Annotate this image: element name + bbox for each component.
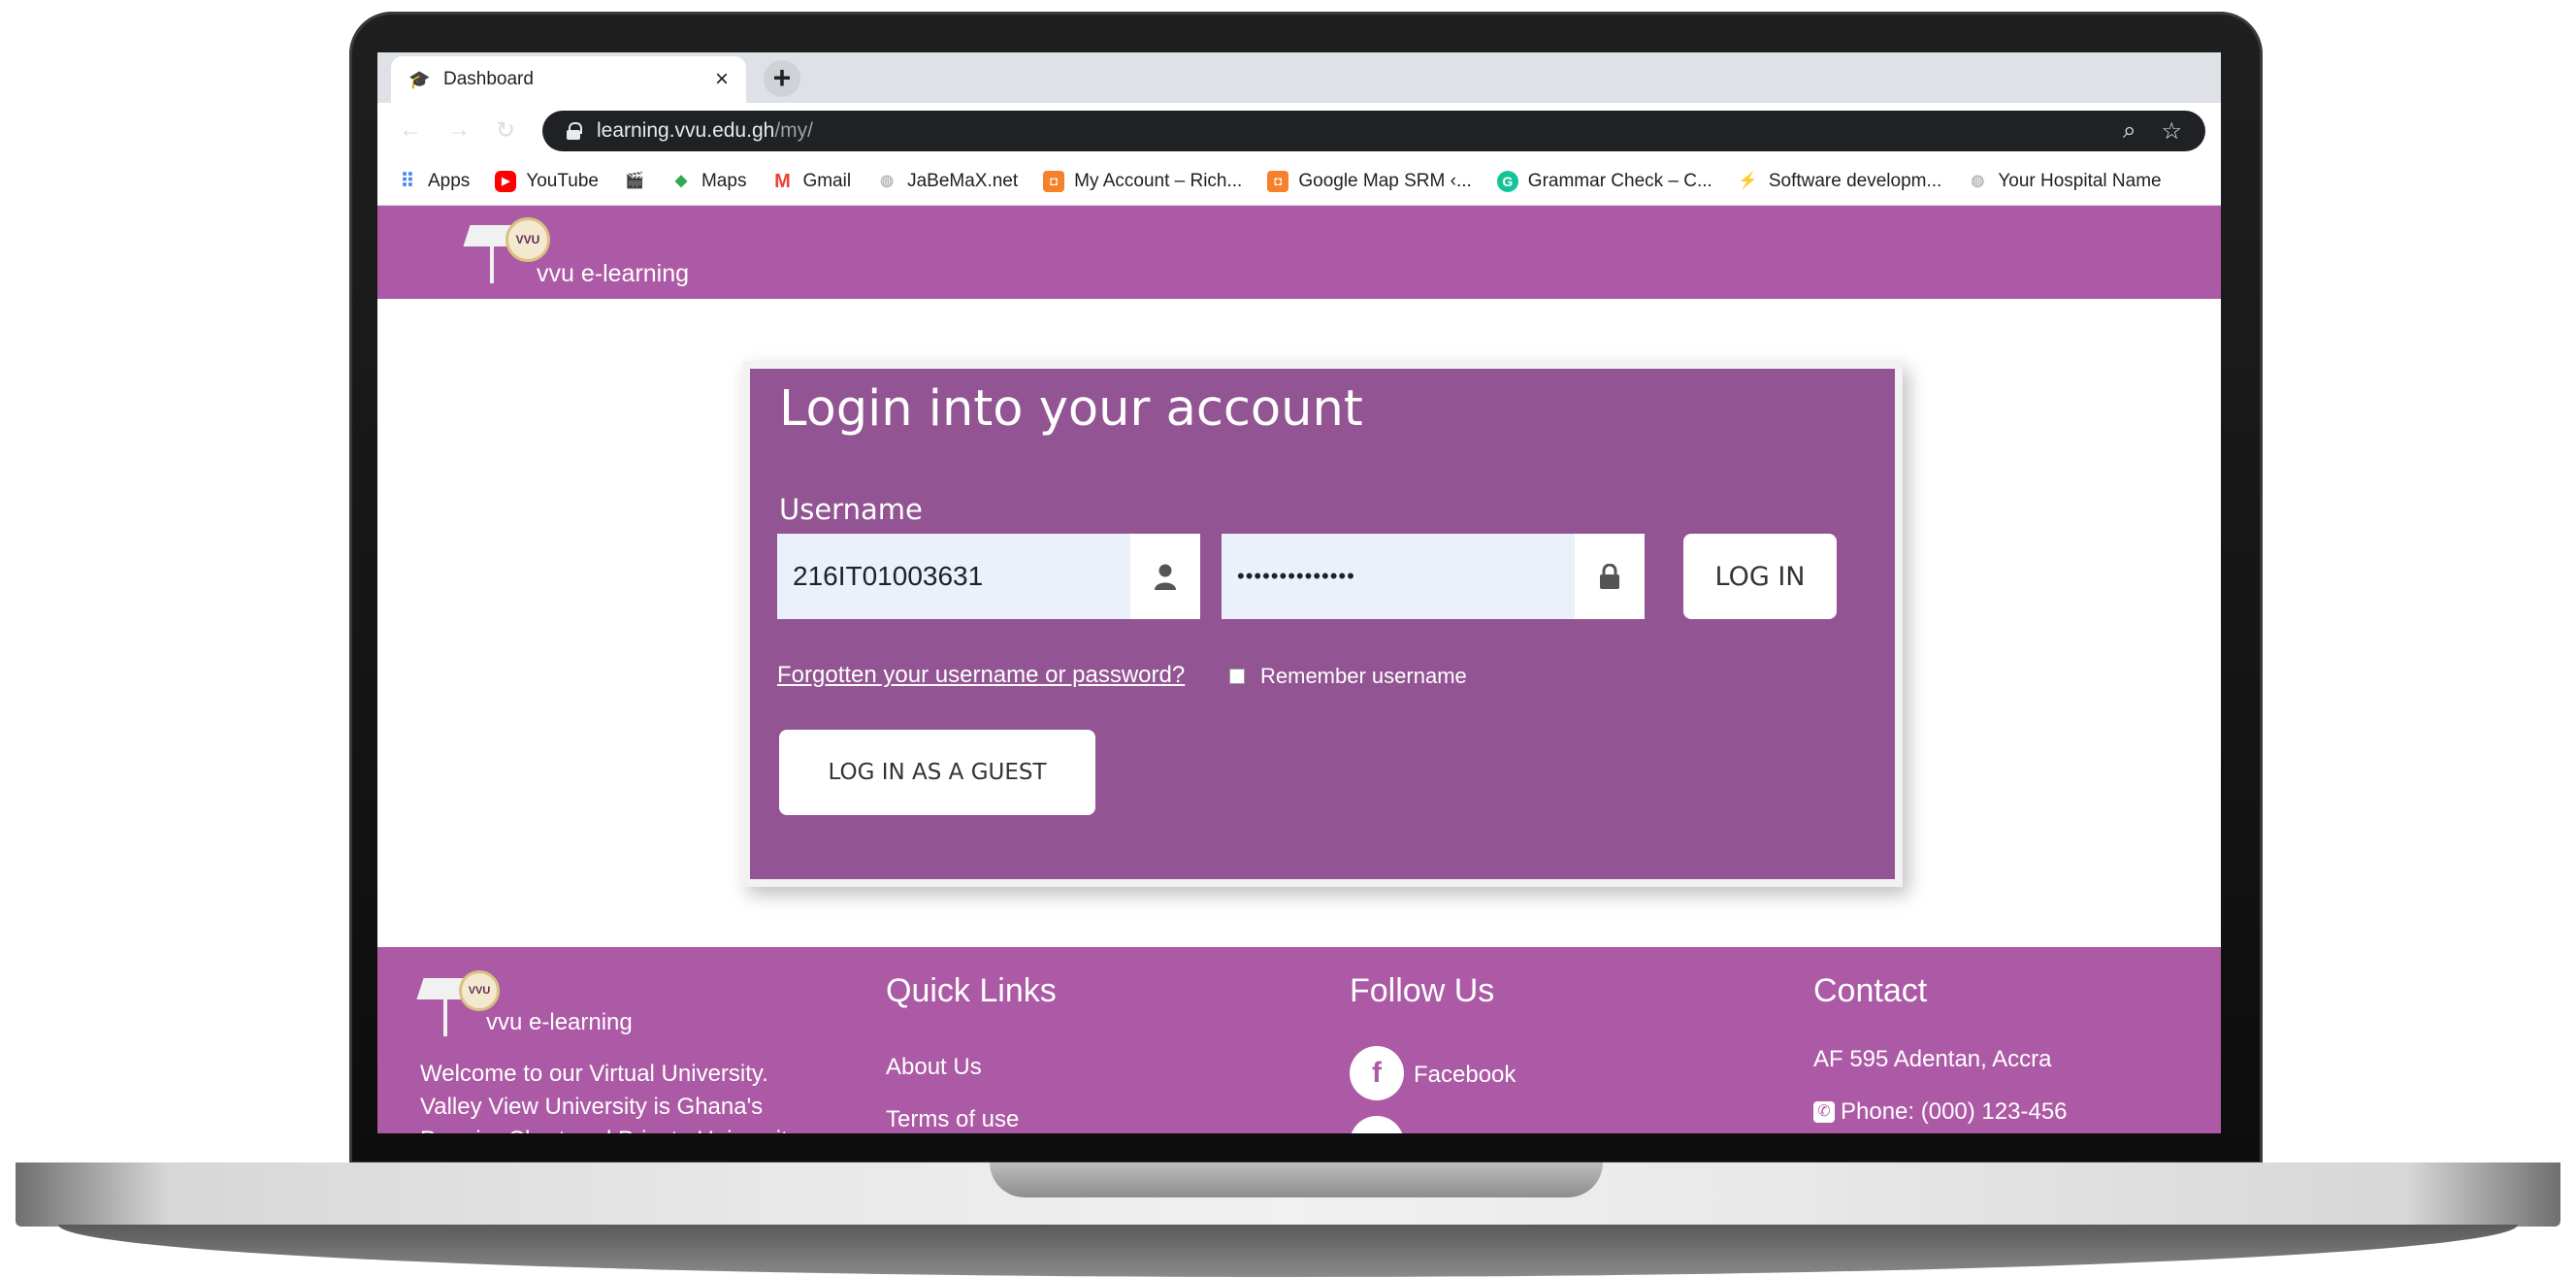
bookmark-star-icon[interactable]: ☆ [2161, 117, 2182, 146]
logo-text: vvu e-learning [537, 260, 690, 287]
new-tab-button[interactable]: + [764, 60, 800, 97]
tassel-shape [490, 246, 494, 283]
reload-icon[interactable]: ↻ [496, 116, 515, 145]
username-field[interactable]: 216IT01003631 [777, 534, 1200, 619]
footer-welcome-text: Welcome to our Virtual University. Valle… [420, 1061, 799, 1133]
contact-phone-text: Phone: (000) 123-456 [1841, 1098, 2068, 1125]
orange-site-icon: ◘ [1043, 170, 1065, 192]
browser-toolbar: ← → ↻ learning.vvu.edu.gh/my/ ⌕ ☆ [377, 103, 2221, 157]
youtube-icon: ▶ [495, 170, 517, 192]
login-panel: Login into your account Username 216IT01… [742, 361, 1903, 887]
browser-tabbar: 🎓 Dashboard × + [377, 52, 2221, 103]
bookmark-label: Maps [701, 170, 747, 191]
footer-logo[interactable]: VVU vvu e-learning [416, 970, 653, 1038]
orange-site-icon: ◘ [1267, 170, 1289, 192]
apps-grid-icon: ⠿ [400, 170, 415, 192]
url-host: learning.vvu.edu.gh [597, 119, 775, 142]
clapper-icon: 🎬 [625, 172, 644, 189]
follow-us-title: Follow Us [1350, 972, 1495, 1009]
facebook-link[interactable]: Facebook [1414, 1062, 1516, 1089]
bolt-icon: ⚡ [1738, 172, 1758, 189]
bookmark-label: YouTube [526, 170, 599, 191]
browser-tab-dashboard[interactable]: 🎓 Dashboard × [391, 56, 746, 103]
contact-address: AF 595 Adentan, Accra [1813, 1046, 2052, 1072]
remember-username[interactable]: Remember username [1229, 664, 1467, 689]
bookmark-grammar-check[interactable]: G Grammar Check – C... [1496, 170, 1712, 192]
forward-arrow-icon[interactable]: → [447, 116, 471, 144]
bookmark-software-dev[interactable]: ⚡ Software developm... [1738, 171, 1941, 192]
remember-username-label: Remember username [1260, 664, 1467, 688]
login-title: Login into your account [779, 380, 1363, 438]
university-seal-icon: VVU [505, 217, 550, 262]
back-arrow-icon[interactable]: ← [399, 116, 422, 144]
forgot-password-link[interactable]: Forgotten your username or password? [777, 662, 1185, 689]
bookmark-label: JaBeMaX.net [907, 170, 1019, 191]
tab-title: Dashboard [443, 69, 534, 89]
globe-icon: ◍ [1971, 172, 1985, 189]
bookmark-label: My Account – Rich... [1074, 170, 1243, 191]
quick-links-title: Quick Links [886, 972, 1057, 1009]
login-as-guest-button[interactable]: LOG IN AS A GUEST [779, 730, 1095, 815]
bookmark-jabemax[interactable]: ◍ JaBeMaX.net [876, 171, 1018, 192]
laptop-screen: 🎓 Dashboard × + ← → ↻ learning.vvu.edu.g… [377, 52, 2221, 1133]
gmail-icon: M [774, 170, 791, 192]
contact-phone: ✆ Phone: (000) 123-456 [1813, 1098, 2068, 1126]
laptop-base-lip [58, 1225, 2518, 1277]
lock-icon [1575, 534, 1645, 619]
footer-link-about-us[interactable]: About Us [886, 1054, 982, 1081]
bookmark-gmail[interactable]: M Gmail [771, 171, 851, 192]
contact-title: Contact [1813, 972, 1928, 1009]
social-icon[interactable] [1350, 1116, 1404, 1133]
bookmark-clapper[interactable]: 🎬 [624, 171, 645, 192]
bookmarks-bar: ⠿ Apps ▶ YouTube 🎬 ◆ Maps M Gmail ◍ JaBe… [377, 157, 2221, 206]
lock-icon[interactable] [566, 122, 582, 140]
bookmark-label: Apps [428, 170, 471, 191]
site-footer: VVU vvu e-learning Welcome to our Virtua… [377, 947, 2221, 1133]
bookmark-youtube[interactable]: ▶ YouTube [495, 170, 599, 192]
facebook-icon[interactable]: f [1350, 1046, 1404, 1100]
footer-link-terms-of-use[interactable]: Terms of use [886, 1106, 1019, 1133]
login-card: Login into your account Username 216IT01… [750, 369, 1895, 879]
bookmark-maps[interactable]: ◆ Maps [670, 170, 747, 192]
globe-icon: ◍ [880, 172, 895, 189]
user-icon [1130, 534, 1200, 619]
password-value[interactable]: •••••••••••••• [1222, 564, 1575, 589]
bookmark-label: Google Map SRM ‹... [1298, 170, 1472, 191]
university-seal-icon: VVU [459, 970, 500, 1011]
bookmark-label: Grammar Check – C... [1527, 170, 1712, 191]
username-value[interactable]: 216IT01003631 [777, 561, 1130, 592]
username-label: Username [779, 493, 923, 526]
bookmark-my-account[interactable]: ◘ My Account – Rich... [1043, 170, 1243, 192]
bookmark-google-map-srm[interactable]: ◘ Google Map SRM ‹... [1267, 170, 1472, 192]
url-path: /my/ [774, 119, 813, 142]
bookmark-hospital[interactable]: ◍ Your Hospital Name [1967, 171, 2161, 192]
zoom-search-icon[interactable]: ⌕ [2123, 117, 2136, 146]
login-button[interactable]: LOG IN [1683, 534, 1837, 619]
tassel-shape [443, 999, 447, 1036]
footer-logo-text: vvu e-learning [486, 1009, 633, 1035]
laptop-hinge-notch [990, 1162, 1603, 1197]
bookmark-label: Your Hospital Name [1998, 170, 2162, 191]
phone-icon: ✆ [1813, 1101, 1835, 1123]
bookmark-label: Software developm... [1768, 170, 1942, 191]
site-logo[interactable]: VVU vvu e-learning [463, 217, 700, 291]
grammarly-icon: G [1496, 170, 1518, 192]
bookmark-apps[interactable]: ⠿ Apps [397, 170, 471, 192]
graduation-cap-icon: 🎓 [408, 70, 431, 89]
maps-icon: ◆ [674, 172, 688, 189]
address-bar[interactable]: learning.vvu.edu.gh/my/ ⌕ ☆ [542, 111, 2205, 151]
bookmark-label: Gmail [802, 170, 852, 191]
close-icon[interactable]: × [715, 66, 729, 93]
password-field[interactable]: •••••••••••••• [1222, 534, 1645, 619]
site-header: VVU vvu e-learning [377, 206, 2221, 299]
remember-username-checkbox[interactable] [1229, 669, 1245, 684]
